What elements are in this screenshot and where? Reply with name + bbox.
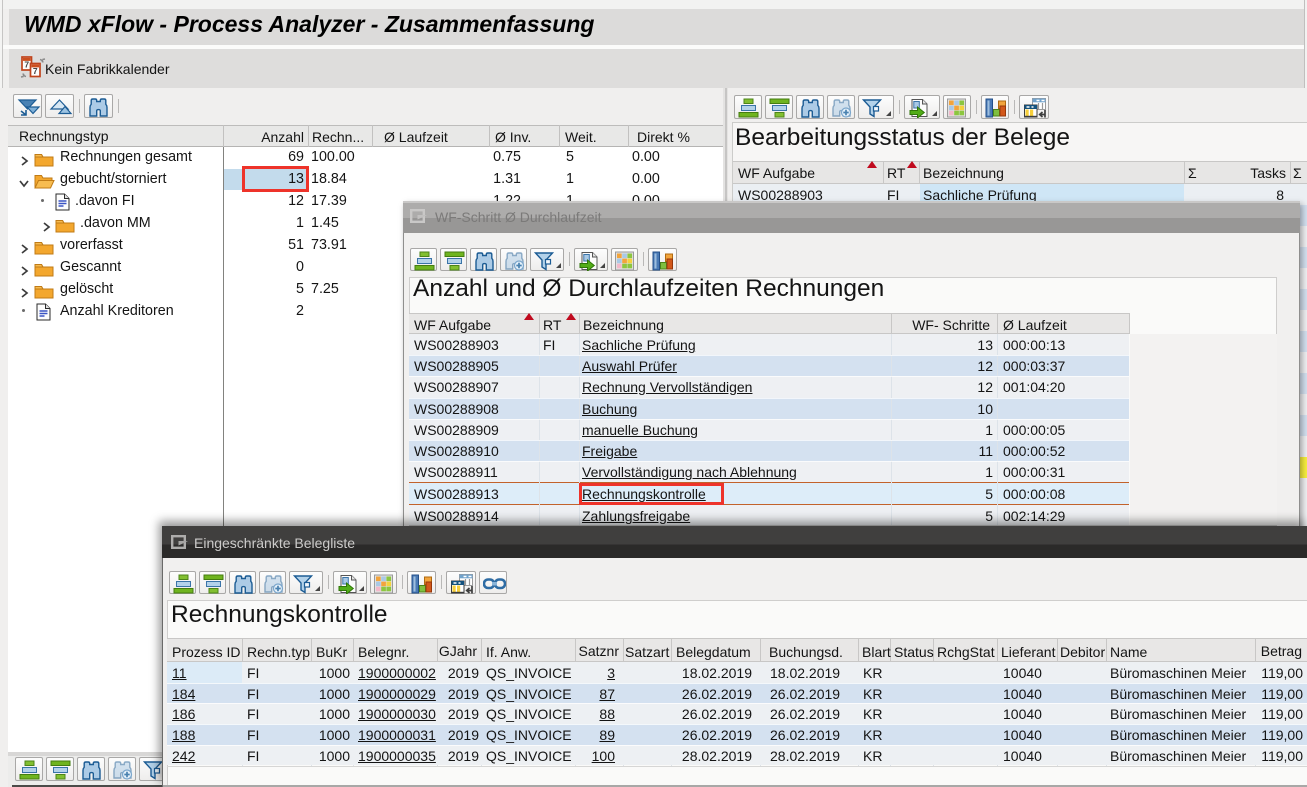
svg-text:7: 7	[24, 60, 29, 70]
svg-text:7: 7	[33, 66, 38, 76]
